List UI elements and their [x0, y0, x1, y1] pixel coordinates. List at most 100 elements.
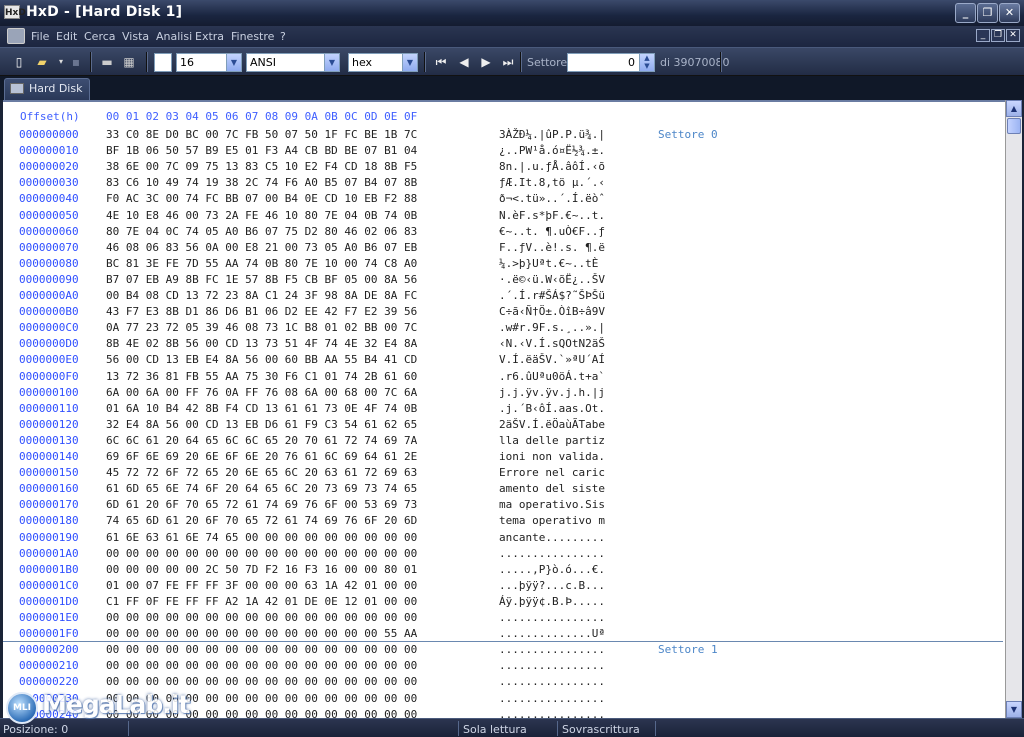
hex-row[interactable]: 000000150 45 72 72 6F 72 65 20 6E 65 6C 2…	[3, 466, 1003, 482]
row-hex-bytes[interactable]: 83 C6 10 49 74 19 38 2C 74 F6 A0 B5 07 B…	[106, 176, 417, 189]
scroll-up-icon[interactable]: ▲	[1006, 100, 1022, 117]
row-hex-bytes[interactable]: 74 65 6D 61 20 6F 70 65 72 61 74 69 76 6…	[106, 514, 417, 527]
row-hex-bytes[interactable]: 69 6F 6E 69 20 6E 6F 6E 20 76 61 6C 69 6…	[106, 450, 417, 463]
row-ascii[interactable]: ma operativo.Sis	[499, 498, 605, 511]
row-hex-bytes[interactable]: 32 E4 8A 56 00 CD 13 EB D6 61 F9 C3 54 6…	[106, 418, 417, 431]
row-ascii[interactable]: Errore nel caric	[499, 466, 605, 479]
row-hex-bytes[interactable]: C1 FF 0F FE FF FF A2 1A 42 01 DE 0E 12 0…	[106, 595, 417, 608]
row-hex-bytes[interactable]: 01 00 07 FE FF FF 3F 00 00 00 63 1A 42 0…	[106, 579, 417, 592]
menu-file[interactable]: File	[31, 30, 49, 43]
row-ascii[interactable]: ‹N.‹V.Í.sQOtN2äŠ	[499, 337, 605, 350]
hex-row[interactable]: 0000000A0 00 B4 08 CD 13 72 23 8A C1 24 3…	[3, 289, 1003, 305]
charset-select[interactable]: ANSI ▼	[246, 53, 340, 72]
close-button[interactable]: ✕	[999, 3, 1020, 23]
row-ascii[interactable]: F..ƒV..è!.s. ¶.ë	[499, 241, 605, 254]
hex-row[interactable]: 0000000F0 13 72 36 81 FB 55 AA 75 30 F6 C…	[3, 370, 1003, 386]
hex-row[interactable]: 000000170 6D 61 20 6F 70 65 72 61 74 69 7…	[3, 498, 1003, 514]
row-ascii[interactable]: ð¬<.tü»..´.Í.ëòˆ	[499, 192, 605, 205]
menu-help[interactable]: ?	[280, 30, 286, 43]
menu-edit[interactable]: Edit	[56, 30, 77, 43]
row-ascii[interactable]: .r6.ûUªu0öÁ.t+a`	[499, 370, 605, 383]
row-ascii[interactable]: 2äŠV.Í.ëÖaùÃTabe	[499, 418, 605, 431]
row-ascii[interactable]: tema operativo m	[499, 514, 605, 527]
row-hex-bytes[interactable]: 01 6A 10 B4 42 8B F4 CD 13 61 61 73 0E 4…	[106, 402, 417, 415]
hex-row[interactable]: 000000210 00 00 00 00 00 00 00 00 00 00 0…	[3, 659, 1003, 675]
row-hex-bytes[interactable]: F0 AC 3C 00 74 FC BB 07 00 B4 0E CD 10 E…	[106, 192, 417, 205]
view-mode-box[interactable]	[154, 53, 172, 72]
row-ascii[interactable]: j.j.ÿv.ÿv.j.h.|j	[499, 386, 605, 399]
open-disk-icon[interactable]: ▬	[98, 53, 116, 71]
row-ascii[interactable]: .´.Í.r#ŠÁ$?˜ŠÞŠü	[499, 289, 605, 302]
open-ram-icon[interactable]: ▦	[120, 53, 138, 71]
previous-sector-icon[interactable]: ◀	[455, 53, 473, 71]
row-hex-bytes[interactable]: BC 81 3E FE 7D 55 AA 74 0B 80 7E 10 00 7…	[106, 257, 417, 270]
row-hex-bytes[interactable]: 46 08 06 83 56 0A 00 E8 21 00 73 05 A0 B…	[106, 241, 417, 254]
row-ascii[interactable]: V.Í.ëäŠV.`»ªU´AÍ	[499, 353, 605, 366]
row-ascii[interactable]: ..............Uª	[499, 627, 605, 640]
hex-row[interactable]: 0000001B0 00 00 00 00 00 2C 50 7D F2 16 F…	[3, 563, 1003, 579]
minimize-button[interactable]: _	[955, 3, 976, 23]
mdi-close-button[interactable]: ✕	[1006, 29, 1020, 42]
row-ascii[interactable]: N.èF.s*þF.€~..t.	[499, 209, 605, 222]
row-hex-bytes[interactable]: 33 C0 8E D0 BC 00 7C FB 50 07 50 1F FC B…	[106, 128, 417, 141]
row-ascii[interactable]: ................	[499, 708, 605, 718]
hex-row[interactable]: 0000000E0 56 00 CD 13 EB E4 8A 56 00 60 B…	[3, 353, 1003, 369]
row-hex-bytes[interactable]: 4E 10 E8 46 00 73 2A FE 46 10 80 7E 04 0…	[106, 209, 417, 222]
hex-row[interactable]: 000000140 69 6F 6E 69 20 6E 6F 6E 20 76 6…	[3, 450, 1003, 466]
menu-search[interactable]: Cerca	[84, 30, 116, 43]
next-sector-icon[interactable]: ▶	[477, 53, 495, 71]
chevron-down-icon[interactable]: ▼	[226, 54, 241, 71]
row-ascii[interactable]: ¿..PW¹å.ó¤Ë½¾.±.	[499, 144, 605, 157]
new-file-icon[interactable]: ▯	[10, 53, 28, 71]
offset-base-select[interactable]: hex ▼	[348, 53, 418, 72]
hex-row[interactable]: 000000020 38 6E 00 7C 09 75 13 83 C5 10 E…	[3, 160, 1003, 176]
menu-windows[interactable]: Finestre	[231, 30, 274, 43]
row-ascii[interactable]: ...þÿÿ?...c.B...	[499, 579, 605, 592]
row-hex-bytes[interactable]: 56 00 CD 13 EB E4 8A 56 00 60 BB AA 55 B…	[106, 353, 417, 366]
row-hex-bytes[interactable]: 00 00 00 00 00 00 00 00 00 00 00 00 00 0…	[106, 547, 417, 560]
row-hex-bytes[interactable]: 6D 61 20 6F 70 65 72 61 74 69 76 6F 00 5…	[106, 498, 417, 511]
row-hex-bytes[interactable]: 00 00 00 00 00 00 00 00 00 00 00 00 00 0…	[106, 627, 417, 640]
row-ascii[interactable]: Áÿ.þÿÿ¢.B.Þ.....	[499, 595, 605, 608]
hex-row[interactable]: 000000080 BC 81 3E FE 7D 55 AA 74 0B 80 7…	[3, 257, 1003, 273]
row-ascii[interactable]: .w#r.9F.s.¸..».|	[499, 321, 605, 334]
row-hex-bytes[interactable]: B7 07 EB A9 8B FC 1E 57 8B F5 CB BF 05 0…	[106, 273, 417, 286]
row-hex-bytes[interactable]: 00 00 00 00 00 00 00 00 00 00 00 00 00 0…	[106, 675, 417, 688]
row-ascii[interactable]: ................	[499, 659, 605, 672]
row-ascii[interactable]: ¼.>þ}Uªt.€~..tÈ	[499, 257, 605, 270]
hex-row[interactable]: 000000060 80 7E 04 0C 74 05 A0 B6 07 75 D…	[3, 225, 1003, 241]
hex-row[interactable]: 0000001E0 00 00 00 00 00 00 00 00 00 00 0…	[3, 611, 1003, 627]
hex-row[interactable]: 000000120 32 E4 8A 56 00 CD 13 EB D6 61 F…	[3, 418, 1003, 434]
row-ascii[interactable]: 8n.|.u.ƒÅ.âôÍ.‹õ	[499, 160, 605, 173]
row-ascii[interactable]: ................	[499, 643, 605, 656]
scroll-thumb[interactable]	[1007, 118, 1021, 134]
row-ascii[interactable]: lla delle partiz	[499, 434, 605, 447]
scroll-down-icon[interactable]: ▼	[1006, 701, 1022, 718]
row-hex-bytes[interactable]: 13 72 36 81 FB 55 AA 75 30 F6 C1 01 74 2…	[106, 370, 417, 383]
hex-row[interactable]: 000000200 00 00 00 00 00 00 00 00 00 00 0…	[3, 643, 1003, 659]
row-hex-bytes[interactable]: 80 7E 04 0C 74 05 A0 B6 07 75 D2 80 46 0…	[106, 225, 417, 238]
status-overwrite[interactable]: Sovrascrittura	[562, 723, 640, 736]
row-hex-bytes[interactable]: 43 F7 E3 8B D1 86 D6 B1 06 D2 EE 42 F7 E…	[106, 305, 417, 318]
row-hex-bytes[interactable]: 38 6E 00 7C 09 75 13 83 C5 10 E2 F4 CD 1…	[106, 160, 417, 173]
row-hex-bytes[interactable]: 00 00 00 00 00 00 00 00 00 00 00 00 00 0…	[106, 611, 417, 624]
row-ascii[interactable]: ................	[499, 675, 605, 688]
row-ascii[interactable]: .....,P}ò.ó...€.	[499, 563, 605, 576]
row-ascii[interactable]: C÷ã‹Ñ†Ö±.ÒîB÷â9V	[499, 305, 605, 318]
sector-spinbox[interactable]: 0 ▲ ▼	[567, 53, 655, 72]
menu-analysis[interactable]: Analisi	[156, 30, 192, 43]
hex-row[interactable]: 0000000B0 43 F7 E3 8B D1 86 D6 B1 06 D2 E…	[3, 305, 1003, 321]
row-hex-bytes[interactable]: 00 B4 08 CD 13 72 23 8A C1 24 3F 98 8A D…	[106, 289, 417, 302]
title-bar[interactable]: HxD HxD - [Hard Disk 1] _ ❐ ✕	[0, 0, 1024, 26]
row-ascii[interactable]: .j.´B‹ôÍ.aas.Ot.	[499, 402, 605, 415]
row-ascii[interactable]: ................	[499, 547, 605, 560]
hex-row[interactable]: 000000090 B7 07 EB A9 8B FC 1E 57 8B F5 C…	[3, 273, 1003, 289]
row-hex-bytes[interactable]: 45 72 72 6F 72 65 20 6E 65 6C 20 63 61 7…	[106, 466, 417, 479]
hex-row[interactable]: 000000100 6A 00 6A 00 FF 76 0A FF 76 08 6…	[3, 386, 1003, 402]
hex-row[interactable]: 000000040 F0 AC 3C 00 74 FC BB 07 00 B4 0…	[3, 192, 1003, 208]
row-hex-bytes[interactable]: 8B 4E 02 8B 56 00 CD 13 73 51 4F 74 4E 3…	[106, 337, 417, 350]
row-hex-bytes[interactable]: 00 00 00 00 00 00 00 00 00 00 00 00 00 0…	[106, 643, 417, 656]
row-ascii[interactable]: ·.ë©‹ü.W‹õË¿..ŠV	[499, 273, 605, 286]
vertical-scrollbar[interactable]: ▲ ▼	[1005, 100, 1022, 718]
hex-row[interactable]: 0000001C0 01 00 07 FE FF FF 3F 00 00 00 6…	[3, 579, 1003, 595]
